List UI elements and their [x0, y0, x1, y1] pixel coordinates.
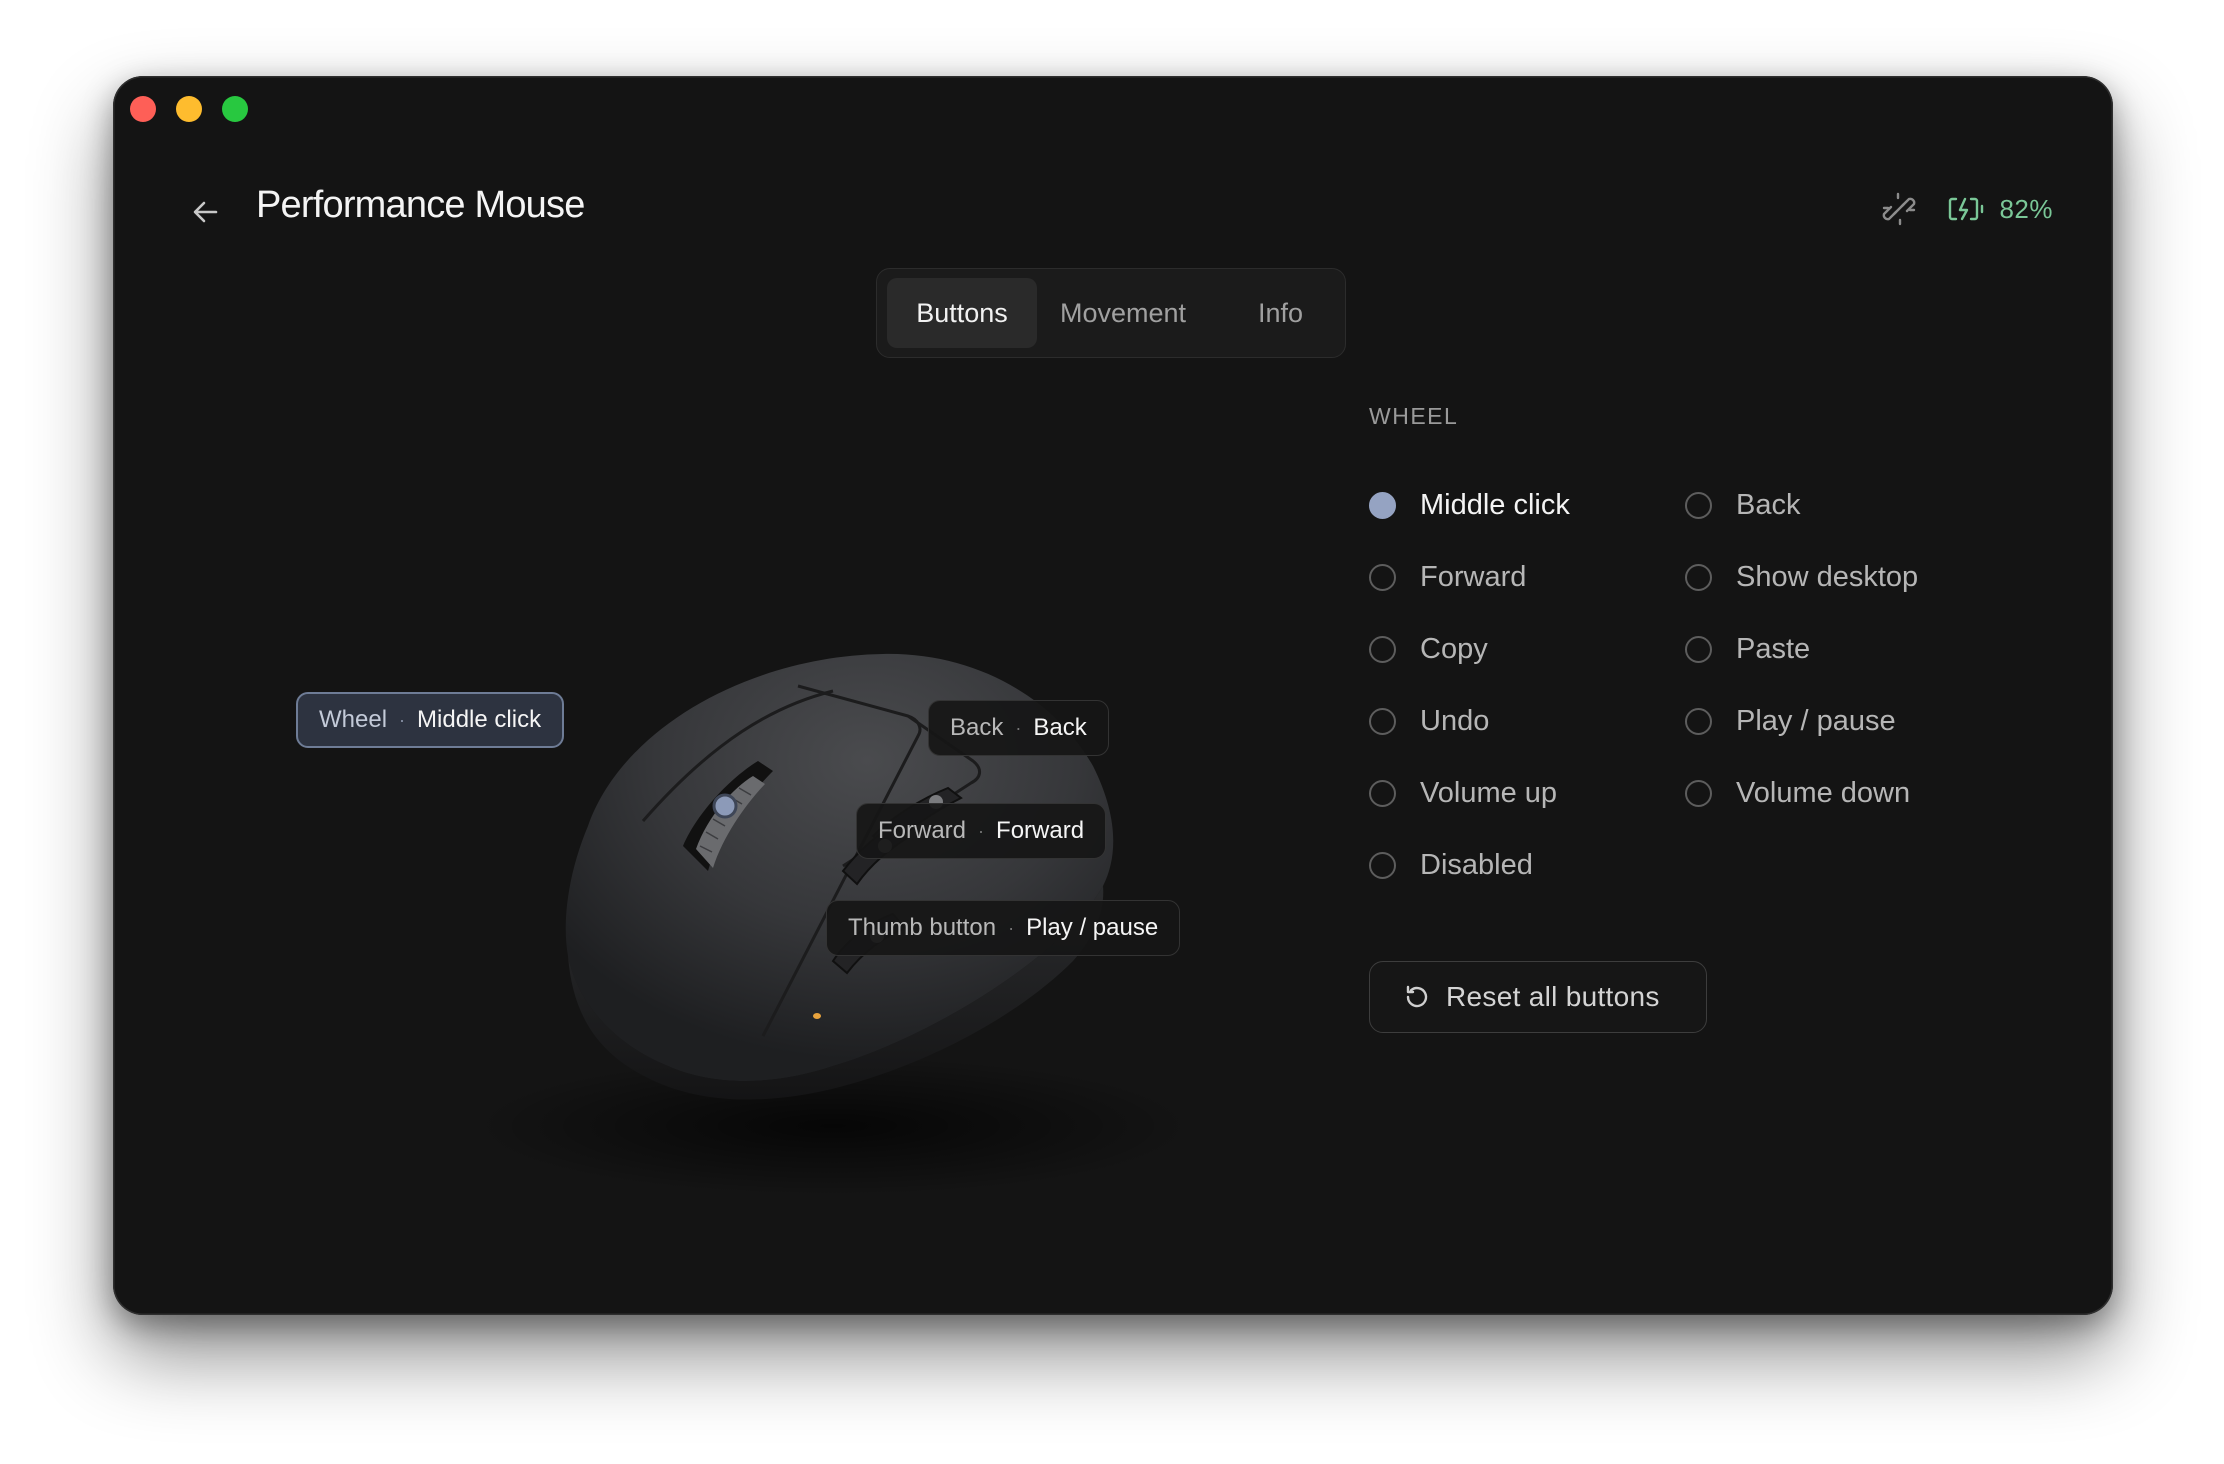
mouse-stage: Wheel · Middle click Back · Back Forward… — [113, 76, 2113, 1315]
radio[interactable] — [1369, 707, 1396, 735]
callout-thumb-button[interactable]: Thumb button · Play / pause — [826, 900, 1181, 956]
reset-label: Reset all buttons — [1446, 981, 1660, 1012]
option-label: Paste — [1736, 632, 1811, 665]
callout-wheel-key: Wheel — [319, 706, 388, 733]
option-label: Play / pause — [1736, 704, 1896, 737]
option-label: Copy — [1420, 632, 1488, 665]
option-label: Undo — [1420, 704, 1490, 737]
radio[interactable] — [1685, 491, 1712, 519]
section-label-wheel: WHEEL — [1369, 403, 1459, 429]
option-forward[interactable]: Forward — [1369, 557, 1526, 597]
option-label: Middle click — [1420, 488, 1570, 521]
callout-separator: · — [399, 709, 406, 730]
radio[interactable] — [1369, 851, 1396, 879]
callout-forward-value: Forward — [996, 817, 1085, 844]
reset-icon — [1406, 985, 1428, 1008]
callout-forward-key: Forward — [878, 817, 967, 844]
callout-separator: · — [1008, 917, 1015, 938]
callout-wheel[interactable]: Wheel · Middle click — [296, 692, 565, 748]
option-disabled[interactable]: Disabled — [1369, 845, 1533, 885]
mouse-illustration — [473, 653, 1193, 1196]
option-volume-up[interactable]: Volume up — [1369, 773, 1557, 813]
radio[interactable] — [1685, 779, 1712, 807]
radio[interactable] — [1369, 635, 1396, 663]
reset-all-buttons-button[interactable]: Reset all buttons — [1369, 961, 1707, 1033]
callout-separator: · — [1015, 717, 1022, 738]
option-middle-click[interactable]: Middle click — [1369, 485, 1570, 525]
option-label: Back — [1736, 488, 1801, 521]
radio[interactable] — [1685, 707, 1712, 735]
radio-selected[interactable] — [1369, 491, 1396, 519]
option-label: Volume down — [1736, 776, 1911, 809]
option-copy[interactable]: Copy — [1369, 629, 1488, 669]
option-volume-down[interactable]: Volume down — [1685, 773, 1910, 813]
callout-back-value: Back — [1033, 714, 1087, 741]
option-paste[interactable]: Paste — [1685, 629, 1810, 669]
radio[interactable] — [1369, 779, 1396, 807]
callout-separator: · — [978, 820, 985, 841]
callout-thumb-key: Thumb button — [848, 914, 997, 941]
option-play-pause[interactable]: Play / pause — [1685, 701, 1896, 741]
callout-back-key: Back — [950, 714, 1004, 741]
app-window: Performance Mouse 82% Buttons Movement I… — [113, 76, 2113, 1315]
callout-back[interactable]: Back · Back — [928, 700, 1109, 756]
callout-thumb-value: Play / pause — [1026, 914, 1159, 941]
callout-forward[interactable]: Forward · Forward — [856, 803, 1107, 859]
option-label: Disabled — [1420, 848, 1533, 881]
radio[interactable] — [1685, 563, 1712, 591]
callout-wheel-value: Middle click — [417, 706, 542, 733]
option-back[interactable]: Back — [1685, 485, 1800, 525]
option-undo[interactable]: Undo — [1369, 701, 1489, 741]
radio[interactable] — [1369, 563, 1396, 591]
option-label: Volume up — [1420, 776, 1558, 809]
option-label: Forward — [1420, 560, 1527, 593]
option-label: Show desktop — [1736, 560, 1919, 593]
radio[interactable] — [1685, 635, 1712, 663]
option-show-desktop[interactable]: Show desktop — [1685, 557, 1918, 597]
